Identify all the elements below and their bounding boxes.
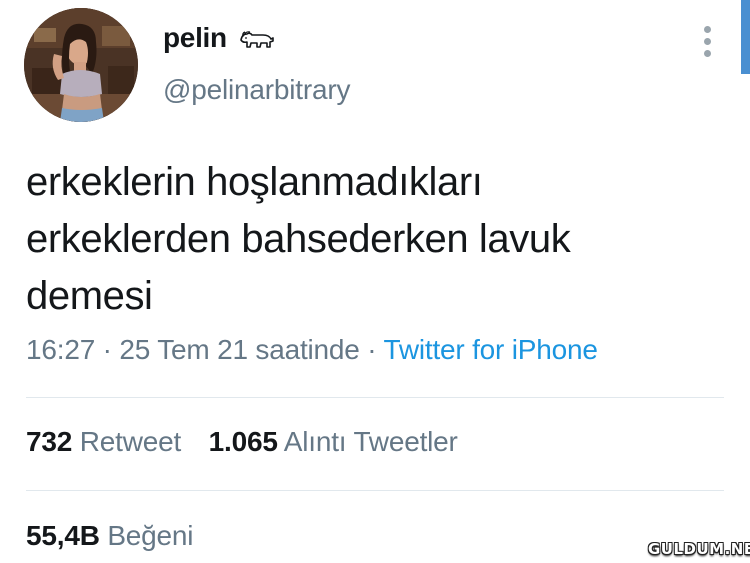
tweet-line: erkeklerden bahsederken lavuk bbox=[26, 217, 571, 261]
likes-label: Beğeni bbox=[107, 520, 194, 551]
lion-emoji-icon bbox=[239, 29, 275, 54]
quotes-label: Alıntı Tweetler bbox=[283, 426, 458, 457]
likes-stat-row: 55,4B Beğeni bbox=[26, 520, 194, 552]
divider bbox=[26, 397, 724, 398]
more-options-button[interactable] bbox=[700, 24, 716, 58]
watermark: GULDUM.NET bbox=[648, 540, 750, 558]
likes-stat[interactable]: 55,4B Beğeni bbox=[26, 520, 194, 551]
quotes-count: 1.065 bbox=[208, 426, 278, 457]
meta-separator: · bbox=[102, 334, 112, 365]
retweets-count: 732 bbox=[26, 426, 73, 457]
tweet-time[interactable]: 16:27 bbox=[26, 334, 95, 365]
tweet-source-link[interactable]: Twitter for iPhone bbox=[383, 334, 597, 365]
user-handle[interactable]: @pelinarbitrary bbox=[163, 74, 350, 106]
likes-count: 55,4B bbox=[26, 520, 100, 551]
engagement-stats: 732 Retweet 1.065 Alıntı Tweetler bbox=[26, 426, 458, 458]
tweet-text: erkeklerin hoşlanmadıkları erkeklerden b… bbox=[26, 154, 726, 325]
quotes-stat[interactable]: 1.065 Alıntı Tweetler bbox=[209, 426, 458, 457]
tweet-date[interactable]: 25 Tem 21 saatinde bbox=[119, 334, 359, 365]
divider bbox=[26, 490, 724, 491]
tweet-meta: 16:27 · 25 Tem 21 saatinde · Twitter for… bbox=[26, 334, 598, 366]
tweet-line: demesi bbox=[26, 274, 153, 318]
display-name[interactable]: pelin bbox=[163, 22, 227, 54]
retweets-stat[interactable]: 732 Retweet bbox=[26, 426, 189, 457]
edge-accent bbox=[741, 0, 750, 74]
avatar[interactable] bbox=[24, 8, 138, 122]
profile-photo bbox=[24, 8, 138, 122]
tweet-line: erkeklerin hoşlanmadıkları bbox=[26, 160, 483, 204]
retweets-label: Retweet bbox=[79, 426, 182, 457]
meta-separator: · bbox=[367, 334, 377, 365]
